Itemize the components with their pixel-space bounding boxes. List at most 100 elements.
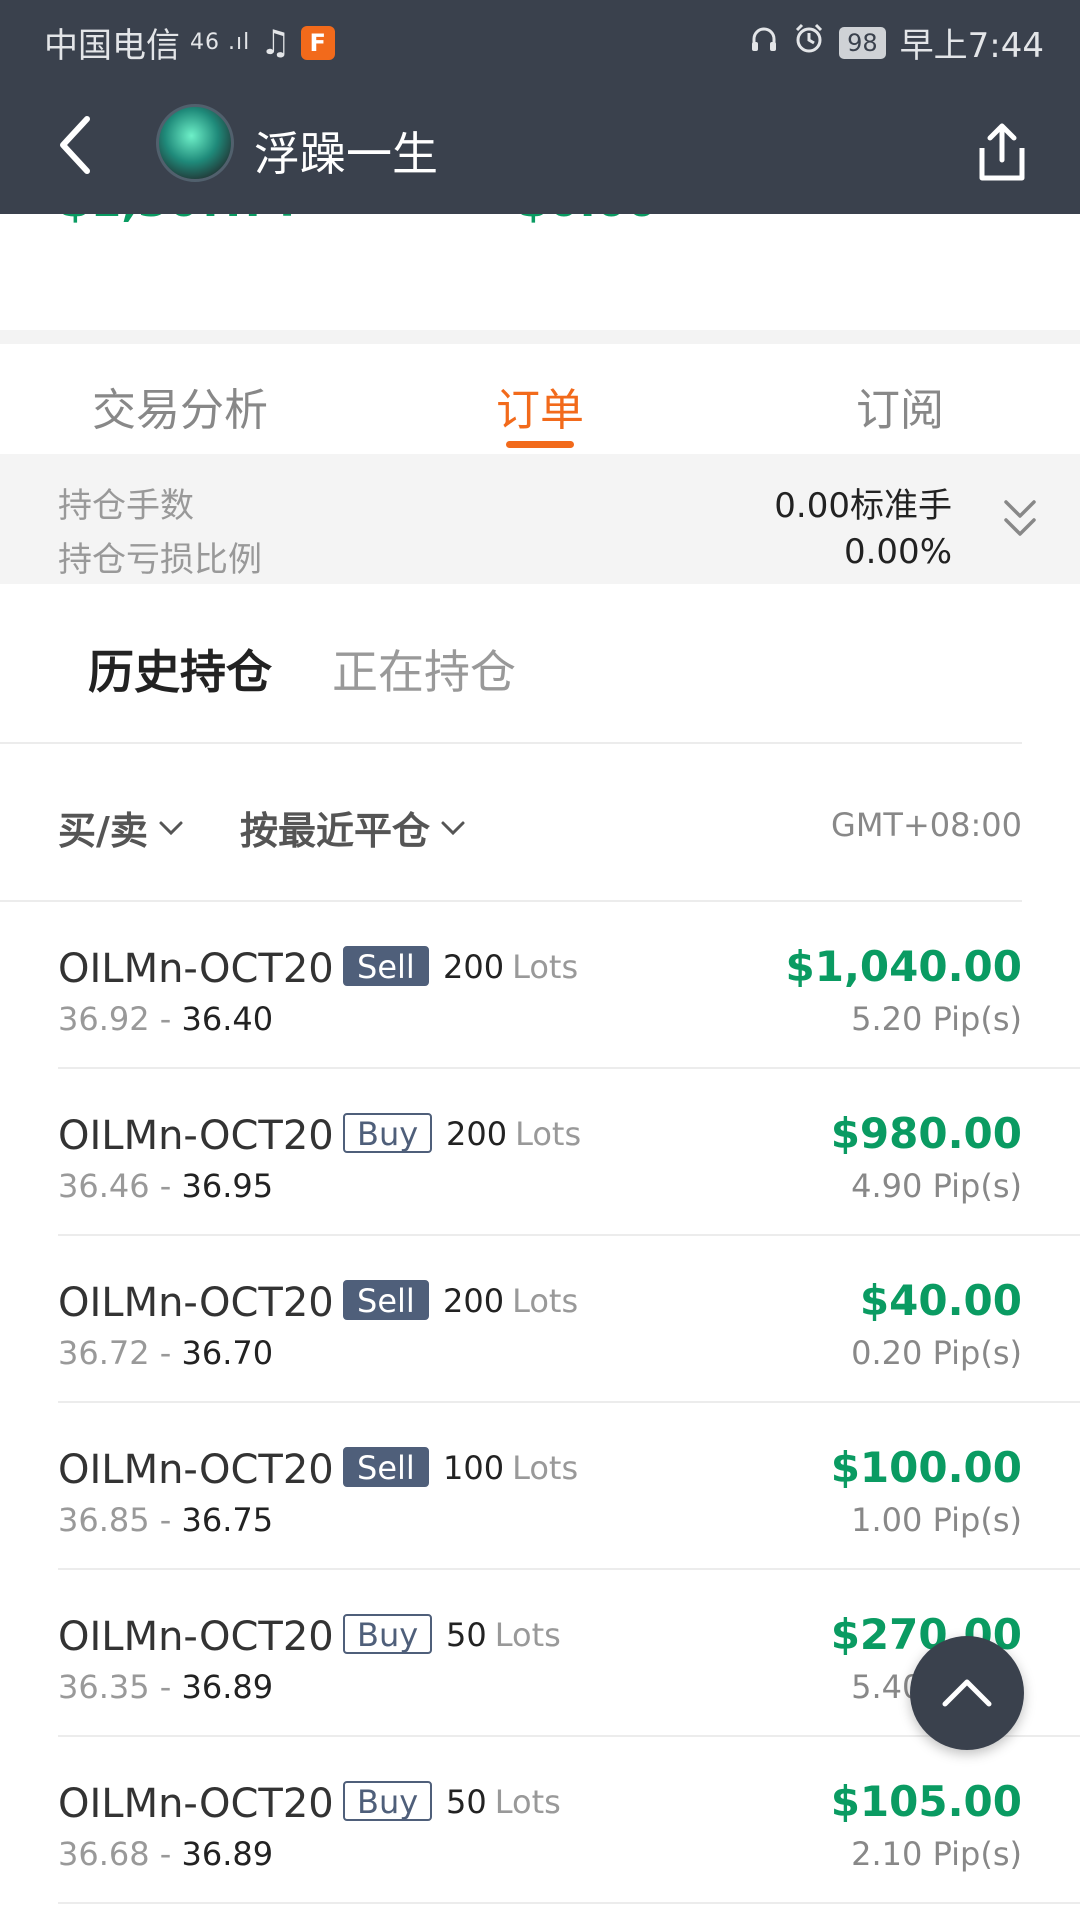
position-summary[interactable]: 持仓手数 0.00标准手 持仓亏损比例 0.00%: [0, 454, 1080, 584]
order-price-range: 36.46 - 36.95: [58, 1167, 273, 1205]
lots-value: 0.00标准手: [774, 486, 952, 526]
app-notification-icon: F: [300, 25, 335, 60]
status-bar: 中国电信 46 .ıl ♫ F 98 早上7:44: [0, 0, 1080, 76]
back-arrow-icon[interactable]: [40, 110, 110, 180]
order-lots-unit: Lots: [515, 1115, 582, 1153]
clock: 早上7:44: [899, 26, 1044, 66]
subtab-open[interactable]: 正在持仓: [332, 636, 516, 702]
order-side-badge: Sell: [343, 1447, 429, 1487]
order-lots-value: 200: [446, 1115, 508, 1153]
order-lots-unit: Lots: [512, 1449, 579, 1487]
order-lots: 100 Lots: [443, 1449, 578, 1487]
nav-bar: 浮躁一生: [0, 90, 1080, 200]
order-close-price: 36.89: [181, 1668, 274, 1706]
peek-right-value: $0.00: [518, 214, 657, 227]
headphones-icon: [749, 23, 779, 63]
order-lots-value: 100: [443, 1449, 505, 1487]
order-close-price: 36.70: [181, 1334, 274, 1372]
sort-dropdown[interactable]: 按最近平仓: [240, 800, 466, 855]
scroll-to-top-button[interactable]: [910, 1636, 1024, 1750]
order-lots-value: 200: [443, 1282, 505, 1320]
order-lots-unit: Lots: [494, 1783, 561, 1821]
tab-analysis[interactable]: 交易分析: [0, 344, 360, 454]
order-profit: $100.00: [830, 1443, 1022, 1492]
chevron-down-icon: [441, 821, 465, 835]
price-separator: -: [149, 1334, 182, 1372]
order-lots: 50 Lots: [446, 1616, 561, 1654]
order-pips: 5.20 Pip(s): [851, 1000, 1022, 1038]
order-row[interactable]: OILMn-OCT20 Sell 200 Lots 36.92 - 36.40 $…: [58, 902, 1080, 1069]
lots-label: 持仓手数: [58, 486, 194, 526]
order-lots-value: 50: [446, 1616, 487, 1654]
order-lots: 200 Lots: [443, 948, 578, 986]
tab-subscribe[interactable]: 订阅: [720, 344, 1080, 454]
loss-ratio-value: 0.00%: [843, 532, 952, 572]
order-side-badge: Buy: [343, 1113, 433, 1153]
filter-bar: 买/卖 按最近平仓 GMT+08:00: [0, 744, 1080, 902]
sort-label: 按最近平仓: [240, 809, 431, 853]
order-side-badge: Buy: [343, 1781, 433, 1821]
order-row[interactable]: OILMn-OCT20 Sell 100 Lots 36.85 - 36.75 $…: [58, 1403, 1080, 1570]
order-lots: 200 Lots: [443, 1282, 578, 1320]
double-chevron-down-icon[interactable]: [1000, 496, 1040, 542]
order-symbol: OILMn-OCT20: [58, 946, 334, 992]
price-separator: -: [149, 1000, 182, 1038]
order-open-price: 36.72: [58, 1334, 150, 1372]
order-list: OILMn-OCT20 Sell 200 Lots 36.92 - 36.40 $…: [0, 902, 1080, 1904]
order-lots: 50 Lots: [446, 1783, 561, 1821]
username: 浮躁一生: [254, 127, 438, 181]
order-open-price: 36.92: [58, 1000, 150, 1038]
order-open-price: 36.35: [58, 1668, 150, 1706]
order-symbol: OILMn-OCT20: [58, 1781, 334, 1827]
order-symbol: OILMn-OCT20: [58, 1447, 334, 1493]
price-separator: -: [149, 1668, 182, 1706]
tab-orders[interactable]: 订单: [360, 344, 720, 454]
price-separator: -: [149, 1167, 182, 1205]
order-close-price: 36.95: [181, 1167, 274, 1205]
order-profit: $980.00: [830, 1109, 1022, 1158]
subtab-history[interactable]: 历史持仓: [88, 636, 272, 702]
order-side-badge: Sell: [343, 1280, 429, 1320]
order-price-range: 36.85 - 36.75: [58, 1501, 273, 1539]
side-filter-label: 买/卖: [58, 809, 148, 853]
order-price-range: 36.72 - 36.70: [58, 1334, 273, 1372]
order-open-price: 36.46: [58, 1167, 150, 1205]
order-open-price: 36.85: [58, 1501, 150, 1539]
stats-peek: $1,30?.?4 $0.00: [0, 214, 1080, 332]
signal-icon: 46 .ıl: [190, 30, 251, 55]
carrier-name: 中国电信: [44, 26, 180, 66]
price-separator: -: [149, 1835, 182, 1873]
alarm-icon: [793, 22, 825, 63]
order-price-range: 36.68 - 36.89: [58, 1835, 273, 1873]
section-divider: [0, 330, 1080, 344]
peek-left-value: $1,30?.?4: [60, 214, 298, 227]
order-row[interactable]: OILMn-OCT20 Buy 50 Lots 36.68 - 36.89 $10…: [58, 1737, 1080, 1904]
main-tabs: 交易分析 订单 订阅: [0, 344, 1080, 454]
music-icon: ♫: [260, 22, 291, 63]
order-pips: 4.90 Pip(s): [851, 1167, 1022, 1205]
order-lots: 200 Lots: [446, 1115, 581, 1153]
timezone-label: GMT+08:00: [831, 806, 1022, 844]
order-open-price: 36.68: [58, 1835, 150, 1873]
order-price-range: 36.92 - 36.40: [58, 1000, 273, 1038]
order-side-badge: Sell: [343, 946, 429, 986]
position-subtabs: 历史持仓 正在持仓: [0, 584, 1080, 744]
side-filter-dropdown[interactable]: 买/卖: [58, 800, 184, 855]
order-pips: 0.20 Pip(s): [851, 1334, 1022, 1372]
order-symbol: OILMn-OCT20: [58, 1280, 334, 1326]
order-symbol: OILMn-OCT20: [58, 1614, 334, 1660]
share-icon[interactable]: [974, 120, 1030, 184]
order-row[interactable]: OILMn-OCT20 Buy 200 Lots 36.46 - 36.95 $9…: [58, 1069, 1080, 1236]
avatar[interactable]: [156, 104, 234, 182]
order-lots-unit: Lots: [512, 948, 579, 986]
chevron-down-icon: [159, 821, 183, 835]
order-close-price: 36.89: [181, 1835, 274, 1873]
order-row[interactable]: OILMn-OCT20 Sell 200 Lots 36.72 - 36.70 $…: [58, 1236, 1080, 1403]
order-lots-unit: Lots: [494, 1616, 561, 1654]
order-lots-unit: Lots: [512, 1282, 579, 1320]
order-pips: 1.00 Pip(s): [851, 1501, 1022, 1539]
order-price-range: 36.35 - 36.89: [58, 1668, 273, 1706]
order-profit: $40.00: [859, 1276, 1022, 1325]
battery-icon: 98: [839, 26, 886, 59]
price-separator: -: [149, 1501, 182, 1539]
